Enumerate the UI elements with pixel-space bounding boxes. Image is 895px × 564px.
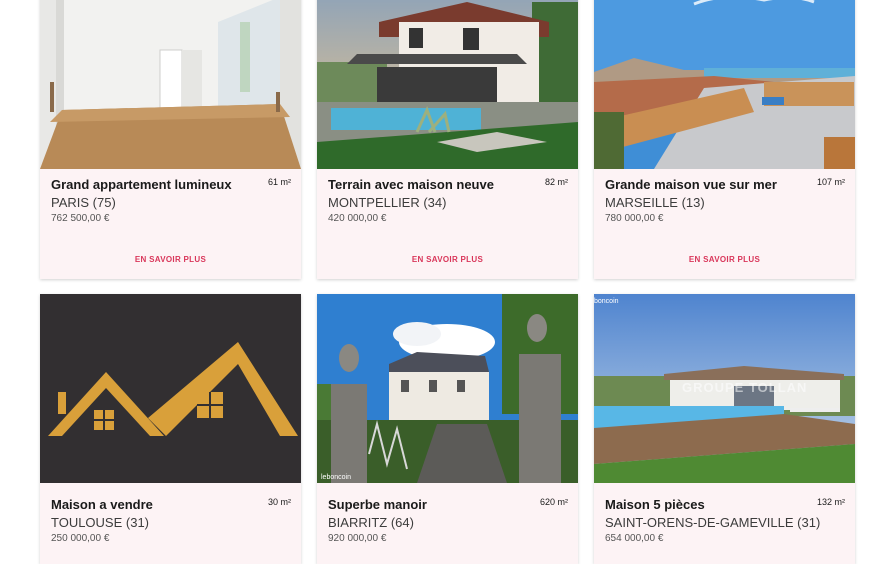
learn-more-button[interactable]: EN SAVOIR PLUS [317, 255, 578, 264]
listing-price: 762 500,00 € [51, 213, 110, 224]
listing-title: Superbe manoir [328, 497, 427, 512]
listing-area: 107 m² [816, 177, 845, 187]
listing-title: Maison a vendre [51, 497, 153, 512]
listing-city: MONTPELLIER (34) [328, 195, 447, 210]
listing-title: Terrain avec maison neuve [328, 177, 494, 192]
listing-title: Grande maison vue sur mer [605, 177, 777, 192]
listing-price: 780 000,00 € [605, 213, 664, 224]
listing-area: 30 m² [267, 497, 291, 507]
listing-price: 920 000,00 € [328, 533, 387, 544]
listing-photo[interactable] [317, 0, 578, 169]
watermark: boncoin [594, 298, 619, 305]
listing-card[interactable]: Grande maison vue sur mer 107 m² MARSEIL… [594, 0, 855, 279]
listing-area: 61 m² [267, 177, 291, 187]
learn-more-button[interactable]: EN SAVOIR PLUS [40, 255, 301, 264]
learn-more-button[interactable]: EN SAVOIR PLUS [594, 255, 855, 264]
listing-city: TOULOUSE (31) [51, 515, 150, 530]
listing-card[interactable]: leboncoin Superbe manoir 620 m² BIARRITZ… [317, 294, 578, 564]
listing-area: 620 m² [539, 497, 568, 507]
listing-price: 654 000,00 € [605, 533, 664, 544]
listing-title: Grand appartement lumineux [51, 177, 232, 192]
listing-area: 132 m² [816, 497, 845, 507]
listing-card[interactable]: Maison a vendre 30 m² TOULOUSE (31) 250 … [40, 294, 301, 564]
watermark: leboncoin [321, 474, 351, 481]
agency-watermark: GROUPE TOLLAN [682, 380, 808, 395]
listing-area: 82 m² [544, 177, 568, 187]
listing-price: 250 000,00 € [51, 533, 110, 544]
listing-card[interactable]: Terrain avec maison neuve 82 m² MONTPELL… [317, 0, 578, 279]
listing-price: 420 000,00 € [328, 213, 387, 224]
listing-photo[interactable] [40, 294, 301, 483]
listing-photo[interactable] [40, 0, 301, 169]
listing-city: MARSEILLE (13) [605, 195, 705, 210]
listing-city: BIARRITZ (64) [328, 515, 414, 530]
listing-city: SAINT-ORENS-DE-GAMEVILLE (31) [605, 515, 821, 530]
listing-title: Maison 5 pièces [605, 497, 705, 512]
listing-card[interactable]: Grand appartement lumineux 61 m² PARIS (… [40, 0, 301, 279]
listing-photo[interactable] [317, 294, 578, 483]
listing-city: PARIS (75) [51, 195, 116, 210]
listing-photo[interactable] [594, 0, 855, 169]
listing-card[interactable]: boncoin GROUPE TOLLAN Maison 5 pièces 13… [594, 294, 855, 564]
